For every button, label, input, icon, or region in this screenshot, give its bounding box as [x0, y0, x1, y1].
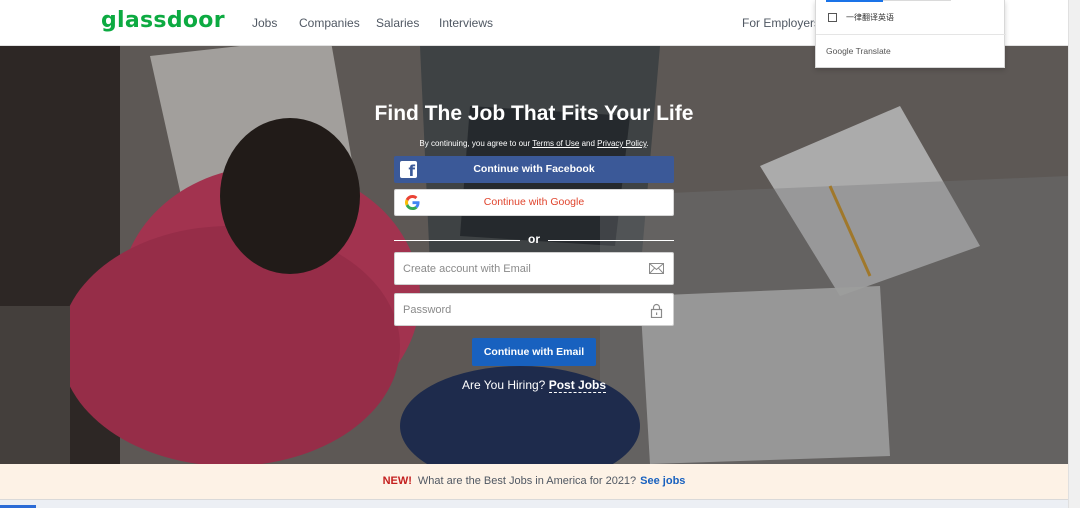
vertical-scrollbar[interactable] [1068, 0, 1080, 508]
terms-suffix: . [646, 139, 649, 148]
see-jobs-link[interactable]: See jobs [640, 475, 685, 487]
always-translate-label[interactable]: 一律翻译英语 [846, 12, 894, 23]
hiring-text: Are You Hiring? [461, 378, 546, 392]
nav-interviews[interactable]: Interviews [439, 16, 493, 30]
password-input[interactable] [395, 294, 635, 325]
google-brand-text: Google [826, 46, 854, 56]
hero-section: Find The Job That Fits Your Life By cont… [0, 46, 1068, 464]
for-employers-link[interactable]: For Employers [742, 16, 820, 30]
google-button-label: Continue with Google [483, 196, 585, 208]
nav-jobs[interactable]: Jobs [252, 16, 277, 30]
new-badge: NEW! [382, 475, 412, 487]
or-separator: or [528, 232, 540, 246]
privacy-policy-link[interactable]: Privacy Policy [597, 139, 646, 148]
terms-prefix: By continuing, you agree to our [419, 139, 531, 148]
translate-divider [816, 34, 1006, 35]
lock-icon [649, 303, 664, 319]
google-icon [405, 195, 420, 210]
promo-banner: NEW! What are the Best Jobs in America fo… [0, 464, 1068, 499]
divider-right [548, 240, 674, 241]
terms-and: and [581, 139, 595, 148]
translate-tab-underline [883, 0, 951, 1]
facebook-button-label: Continue with Facebook [473, 163, 595, 175]
hiring-prompt: Are You Hiring? Post Jobs [0, 378, 1068, 393]
translate-brand-text: Translate [855, 46, 891, 56]
continue-with-facebook-button[interactable]: f Continue with Facebook [394, 156, 674, 183]
terms-of-use-link[interactable]: Terms of Use [532, 139, 579, 148]
email-input[interactable] [395, 253, 635, 284]
terms-notice: By continuing, you agree to our Terms of… [0, 139, 1068, 148]
envelope-icon [649, 262, 664, 275]
email-field[interactable] [394, 252, 674, 285]
horizontal-scrollbar[interactable] [0, 499, 1080, 508]
glassdoor-logo[interactable]: glassdoor [101, 8, 225, 33]
translate-tab-active-indicator [826, 0, 883, 2]
continue-with-google-button[interactable]: Continue with Google [394, 189, 674, 216]
google-translate-popup: 一律翻译英语 Google Translate [815, 0, 1006, 68]
continue-with-email-button[interactable]: Continue with Email [472, 338, 596, 366]
promo-text: What are the Best Jobs in America for 20… [417, 475, 637, 487]
facebook-icon: f [400, 161, 417, 178]
always-translate-checkbox[interactable] [828, 13, 837, 22]
post-jobs-link[interactable]: Post Jobs [548, 378, 607, 393]
google-translate-branding: Google Translate [826, 46, 891, 56]
hero-title: Find The Job That Fits Your Life [374, 102, 694, 125]
nav-salaries[interactable]: Salaries [376, 16, 419, 30]
password-field[interactable] [394, 293, 674, 326]
nav-companies[interactable]: Companies [299, 16, 360, 30]
